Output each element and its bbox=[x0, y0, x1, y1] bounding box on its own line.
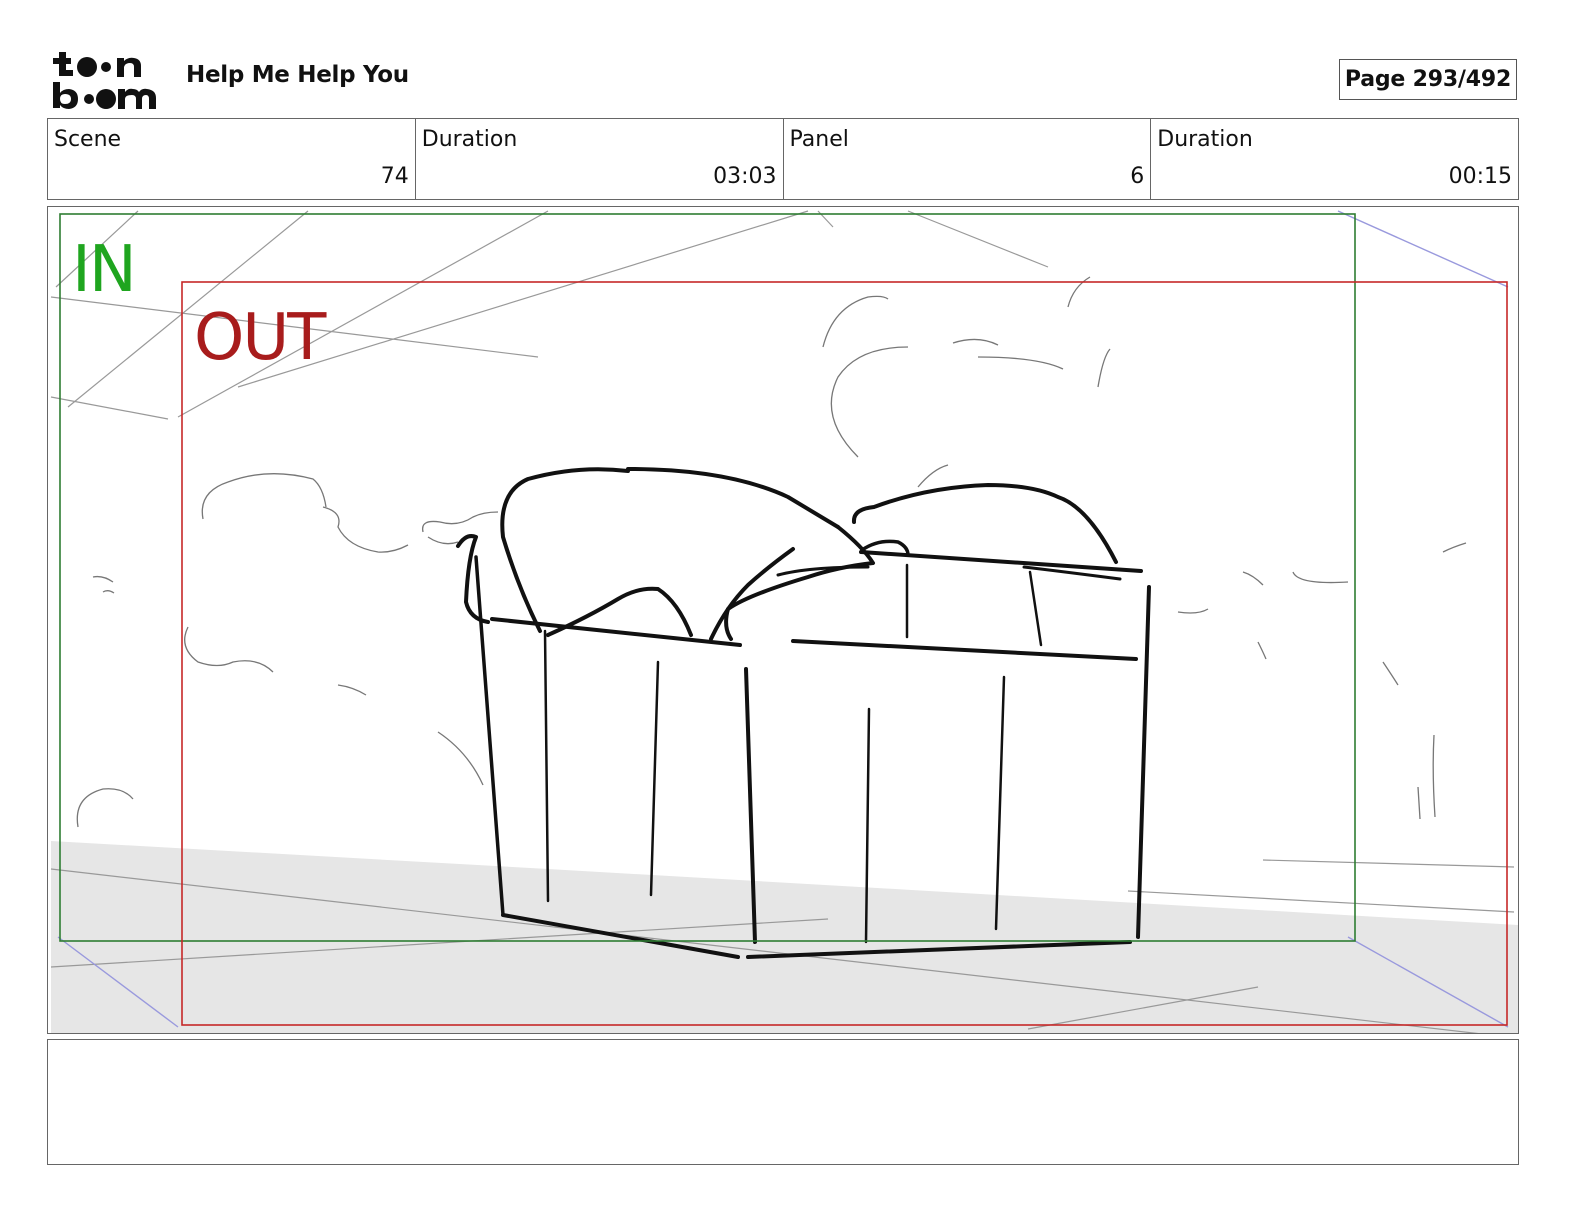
scene-duration-label: Duration bbox=[421, 127, 518, 152]
panel-duration-value: 00:15 bbox=[1448, 164, 1512, 189]
scene-value: 74 bbox=[380, 164, 409, 189]
storyboard-panel: IN OUT bbox=[47, 206, 1519, 1034]
toon-boom-logo bbox=[50, 48, 166, 114]
panel-notes-box[interactable] bbox=[47, 1039, 1519, 1165]
panel-value: 6 bbox=[1130, 164, 1145, 189]
floor-area bbox=[51, 841, 1518, 1033]
panel-duration-cell: Duration 00:15 bbox=[1151, 119, 1518, 199]
panel-cell: Panel 6 bbox=[784, 119, 1152, 199]
scene-cell: Scene 74 bbox=[48, 119, 416, 199]
scene-label: Scene bbox=[54, 127, 122, 152]
panel-duration-label: Duration bbox=[1157, 127, 1253, 152]
out-marker: OUT bbox=[194, 301, 326, 375]
scene-duration-cell: Duration 03:03 bbox=[416, 119, 784, 199]
panel-label: Panel bbox=[789, 127, 849, 152]
in-marker: IN bbox=[72, 233, 137, 307]
project-title: Help Me Help You bbox=[186, 62, 409, 88]
page-indicator: Page 293/492 bbox=[1339, 59, 1517, 100]
scene-duration-value: 03:03 bbox=[713, 164, 777, 189]
panel-info-row: Scene 74 Duration 03:03 Panel 6 Duration… bbox=[47, 118, 1519, 200]
